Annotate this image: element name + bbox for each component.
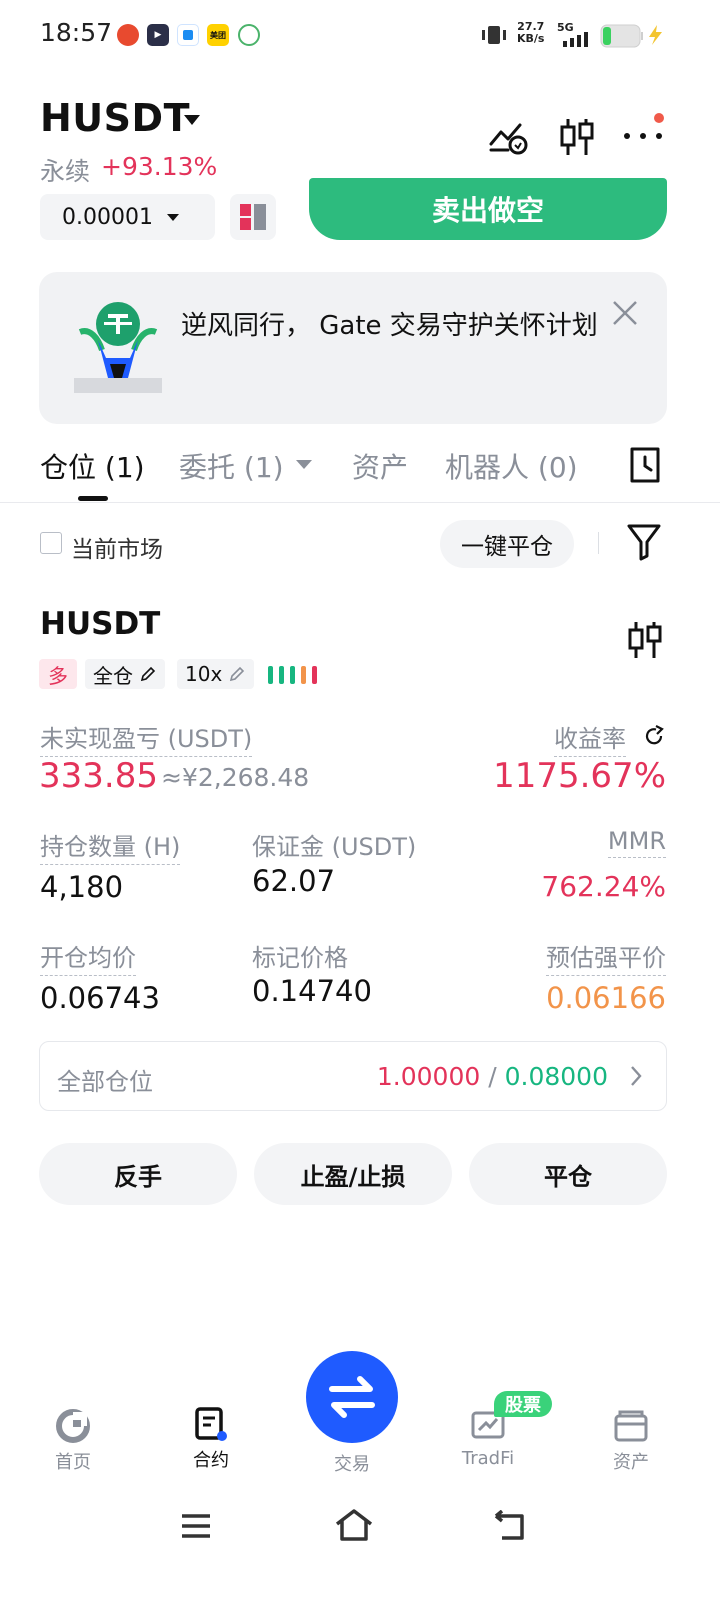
tether-care-illustration	[74, 302, 162, 393]
margin-value[interactable]: 62.07	[252, 864, 335, 898]
tab-positions[interactable]: 仓位 (1)	[40, 446, 145, 486]
current-market-label[interactable]: 当前市场	[71, 530, 163, 564]
home-button-icon[interactable]	[334, 1508, 374, 1542]
pair-title[interactable]: HUSDT	[40, 96, 190, 140]
contract-icon	[195, 1407, 227, 1441]
app-video-icon: ▶	[147, 24, 169, 46]
signal-icon	[563, 32, 588, 47]
tab-bots[interactable]: 机器人 (0)	[445, 446, 578, 486]
app-green-icon	[238, 24, 260, 46]
banner-text: 逆风同行， Gate 交易守护关怀计划	[181, 311, 598, 341]
leverage-button[interactable]: 10x	[177, 659, 255, 689]
trade-fab-button[interactable]	[306, 1351, 398, 1443]
orderbook-layout-button[interactable]	[230, 194, 276, 240]
orderbook-layout-icon	[240, 204, 266, 230]
filter-divider	[598, 532, 599, 554]
unrealized-pnl-value: 333.85	[39, 756, 158, 796]
nav-contract[interactable]: 合约	[161, 1406, 261, 1472]
nav-contract-label: 合约	[193, 1450, 229, 1471]
all-positions-ratio: 1.00000 / 0.08000	[377, 1062, 608, 1091]
edit-icon	[140, 666, 156, 682]
sell-short-button[interactable]: 卖出做空	[309, 178, 667, 240]
back-icon[interactable]	[492, 1510, 528, 1542]
tabs-divider	[0, 502, 720, 503]
pair-dropdown-icon[interactable]	[184, 115, 200, 125]
ratio-separator: /	[488, 1062, 497, 1091]
position-symbol[interactable]: HUSDT	[40, 606, 160, 642]
liq-price-label[interactable]: 预估强平价	[546, 938, 666, 976]
current-market-checkbox[interactable]	[40, 532, 62, 554]
app-red-icon	[117, 24, 139, 46]
close-all-button[interactable]: 一键平仓	[440, 520, 574, 568]
position-qty-label[interactable]: 持仓数量 (H)	[40, 827, 181, 865]
net-speed: 27.7 KB/s	[517, 20, 545, 45]
entry-price-label[interactable]: 开仓均价	[40, 938, 136, 976]
price-precision-select[interactable]: 0.00001	[40, 194, 215, 240]
mark-price-label: 标记价格	[252, 944, 348, 972]
stock-badge: 股票	[494, 1391, 552, 1417]
share-icon[interactable]	[642, 724, 666, 748]
long-ratio: 1.00000	[376, 1062, 481, 1091]
close-icon[interactable]	[610, 298, 640, 328]
tab-orders[interactable]: 委托 (1)	[179, 446, 284, 486]
menu-icon[interactable]	[180, 1512, 212, 1540]
unrealized-pnl-label[interactable]: 未实现盈亏 (USDT)	[40, 719, 253, 757]
candlestick-chart-icon[interactable]	[558, 116, 596, 158]
status-time: 18:57	[40, 18, 113, 47]
all-positions-label: 全部仓位	[57, 1068, 153, 1096]
nav-assets[interactable]: 资产	[581, 1408, 681, 1474]
tab-assets[interactable]: 资产	[352, 446, 408, 486]
vibrate-icon	[482, 26, 506, 44]
nav-tradfi[interactable]: TradFi	[438, 1408, 538, 1469]
chevron-right-icon[interactable]	[628, 1064, 644, 1088]
nav-tradfi-label: TradFi	[461, 1448, 515, 1469]
battery-icon	[600, 24, 643, 48]
home-icon	[56, 1409, 90, 1443]
nav-home[interactable]: 首页	[23, 1408, 123, 1474]
more-menu-icon[interactable]	[622, 110, 668, 144]
price-change: +93.13%	[101, 152, 218, 181]
strategy-icon[interactable]	[488, 118, 530, 156]
roe-value: 1175.67%	[493, 756, 666, 796]
nav-assets-label: 资产	[613, 1452, 649, 1473]
mmr-label[interactable]: MMR	[607, 827, 666, 858]
side-badge: 多	[39, 659, 77, 689]
filter-icon[interactable]	[626, 522, 662, 562]
entry-price-value: 0.06743	[40, 981, 160, 1015]
mmr-value: 762.24%	[541, 870, 666, 903]
active-tab-indicator	[78, 496, 108, 501]
contract-type: 永续	[40, 157, 91, 186]
edit-icon	[230, 666, 245, 682]
orders-dropdown-icon[interactable]	[296, 460, 312, 469]
unrealized-pnl-cny: ≈¥2,268.48	[161, 763, 310, 792]
position-qty-value: 4,180	[40, 870, 124, 904]
charging-icon	[649, 25, 662, 45]
chevron-down-icon	[166, 213, 179, 221]
meituan-icon: 美团	[207, 24, 229, 46]
margin-label: 保证金 (USDT)	[252, 833, 417, 861]
liq-price-value: 0.06166	[546, 981, 666, 1015]
close-position-button[interactable]: 平仓	[469, 1143, 667, 1205]
mark-price-value: 0.14740	[252, 974, 372, 1008]
tp-sl-button[interactable]: 止盈/止损	[254, 1143, 452, 1205]
reverse-button[interactable]: 反手	[39, 1143, 237, 1205]
app-blue-icon	[177, 24, 199, 46]
history-icon[interactable]	[628, 446, 662, 484]
swap-icon	[329, 1376, 375, 1418]
risk-level-icon	[268, 666, 317, 684]
short-ratio: 0.08000	[504, 1062, 608, 1091]
position-chart-icon[interactable]	[626, 620, 664, 660]
nav-trade-label[interactable]: 交易	[302, 1450, 402, 1476]
nav-home-label: 首页	[55, 1452, 91, 1473]
wallet-icon	[614, 1410, 648, 1442]
margin-mode-button[interactable]: 全仓	[85, 659, 165, 689]
roe-label[interactable]: 收益率	[554, 719, 626, 757]
